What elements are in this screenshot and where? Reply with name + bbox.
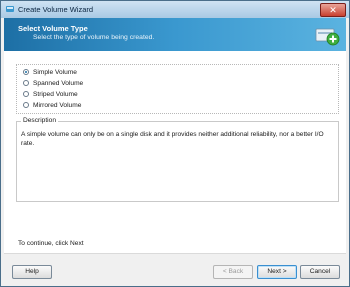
description-text: A simple volume can only be on a single … — [21, 131, 324, 147]
wizard-footer: Help < Back Next > Cancel — [4, 253, 346, 286]
radio-striped-volume[interactable]: Striped Volume — [23, 89, 78, 99]
radio-mirrored-volume[interactable]: Mirrored Volume — [23, 100, 81, 110]
radio-label: Striped Volume — [33, 90, 78, 98]
wizard-app-icon — [6, 6, 14, 12]
continue-hint: To continue, click Next — [18, 240, 84, 247]
wizard-content: Simple Volume Spanned Volume Striped Vol… — [4, 51, 346, 253]
add-volume-icon — [315, 28, 340, 46]
volume-type-group: Simple Volume Spanned Volume Striped Vol… — [16, 64, 339, 114]
radio-indicator — [23, 102, 29, 108]
back-button[interactable]: < Back — [213, 265, 253, 279]
title-bar[interactable]: Create Volume Wizard ✕ — [1, 1, 349, 18]
close-button[interactable]: ✕ — [320, 3, 346, 17]
radio-indicator — [23, 91, 29, 97]
radio-indicator — [23, 80, 29, 86]
description-label: Description — [21, 117, 58, 124]
radio-selected-indicator — [23, 69, 29, 75]
radio-label: Mirrored Volume — [33, 101, 82, 109]
window-title: Create Volume Wizard — [18, 5, 94, 14]
wizard-window: Create Volume Wizard ✕ Select Volume Typ… — [0, 0, 350, 287]
cancel-button[interactable]: Cancel — [300, 265, 340, 279]
step-title: Select Volume Type — [18, 24, 88, 33]
wizard-header: Select Volume Type Select the type of vo… — [4, 18, 346, 51]
next-button[interactable]: Next > — [257, 265, 297, 279]
step-subtitle: Select the type of volume being created. — [33, 34, 155, 41]
help-button[interactable]: Help — [12, 265, 52, 279]
description-groupbox: Description A simple volume can only be … — [16, 117, 339, 202]
radio-spanned-volume[interactable]: Spanned Volume — [23, 78, 83, 88]
radio-label: Spanned Volume — [33, 79, 84, 87]
radio-label: Simple Volume — [33, 68, 77, 76]
radio-simple-volume[interactable]: Simple Volume — [23, 67, 77, 77]
